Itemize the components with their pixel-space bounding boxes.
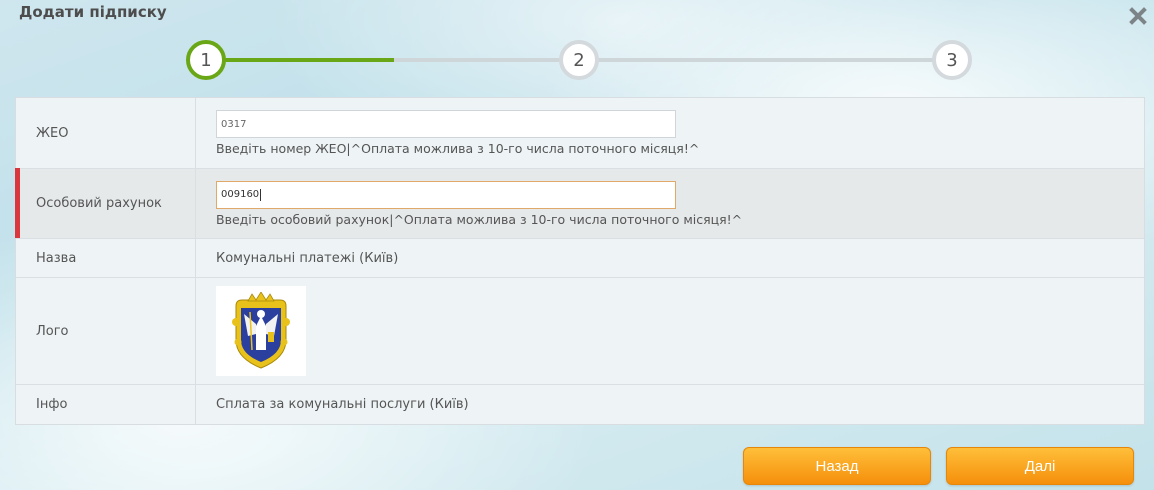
- back-button[interactable]: Назад: [743, 447, 931, 485]
- logo-label: Лого: [16, 278, 196, 384]
- name-value: Комунальні платежі (Київ): [216, 250, 399, 266]
- next-button[interactable]: Далі: [946, 447, 1134, 485]
- stepper-track-pending: [394, 58, 952, 62]
- account-hint: Введіть особовий рахунок|^Оплата можлива…: [216, 211, 743, 227]
- stepper-track-completed: [206, 58, 394, 62]
- account-input[interactable]: 009160: [216, 180, 676, 209]
- zheo-hint: Введіть номер ЖЕО|^Оплата можлива з 10-г…: [216, 141, 700, 156]
- step-2: 2: [559, 40, 599, 80]
- name-label: Назва: [16, 239, 196, 277]
- zheo-input[interactable]: 0317: [216, 110, 676, 138]
- text-caret: [260, 188, 262, 201]
- step-1: 1: [186, 40, 226, 80]
- info-value: Сплата за комунальні послуги (Київ): [216, 397, 469, 412]
- account-label: Особовий рахунок: [16, 169, 196, 238]
- info-label: Інфо: [16, 385, 196, 424]
- subscription-form: ЖЕО 0317 Введіть номер ЖЕО|^Оплата можли…: [15, 97, 1145, 425]
- kyiv-coat-of-arms-logo: [216, 286, 306, 376]
- account-input-value: 009160: [221, 189, 260, 200]
- form-row-info: Інфо Сплата за комунальні послуги (Київ): [16, 384, 1144, 424]
- close-icon[interactable]: [1128, 6, 1148, 26]
- form-row-account: Особовий рахунок 009160 Введіть особовий…: [15, 168, 1144, 238]
- form-row-zheo: ЖЕО 0317 Введіть номер ЖЕО|^Оплата можли…: [16, 98, 1144, 168]
- form-row-name: Назва Комунальні платежі (Київ): [16, 238, 1144, 277]
- form-row-logo: Лого: [16, 277, 1144, 384]
- zheo-label: ЖЕО: [16, 98, 196, 168]
- stepper: 1 2 3: [0, 38, 1154, 82]
- zheo-input-value: 0317: [221, 118, 247, 130]
- dialog-title: Додати підписку: [19, 3, 167, 21]
- step-3: 3: [932, 40, 972, 80]
